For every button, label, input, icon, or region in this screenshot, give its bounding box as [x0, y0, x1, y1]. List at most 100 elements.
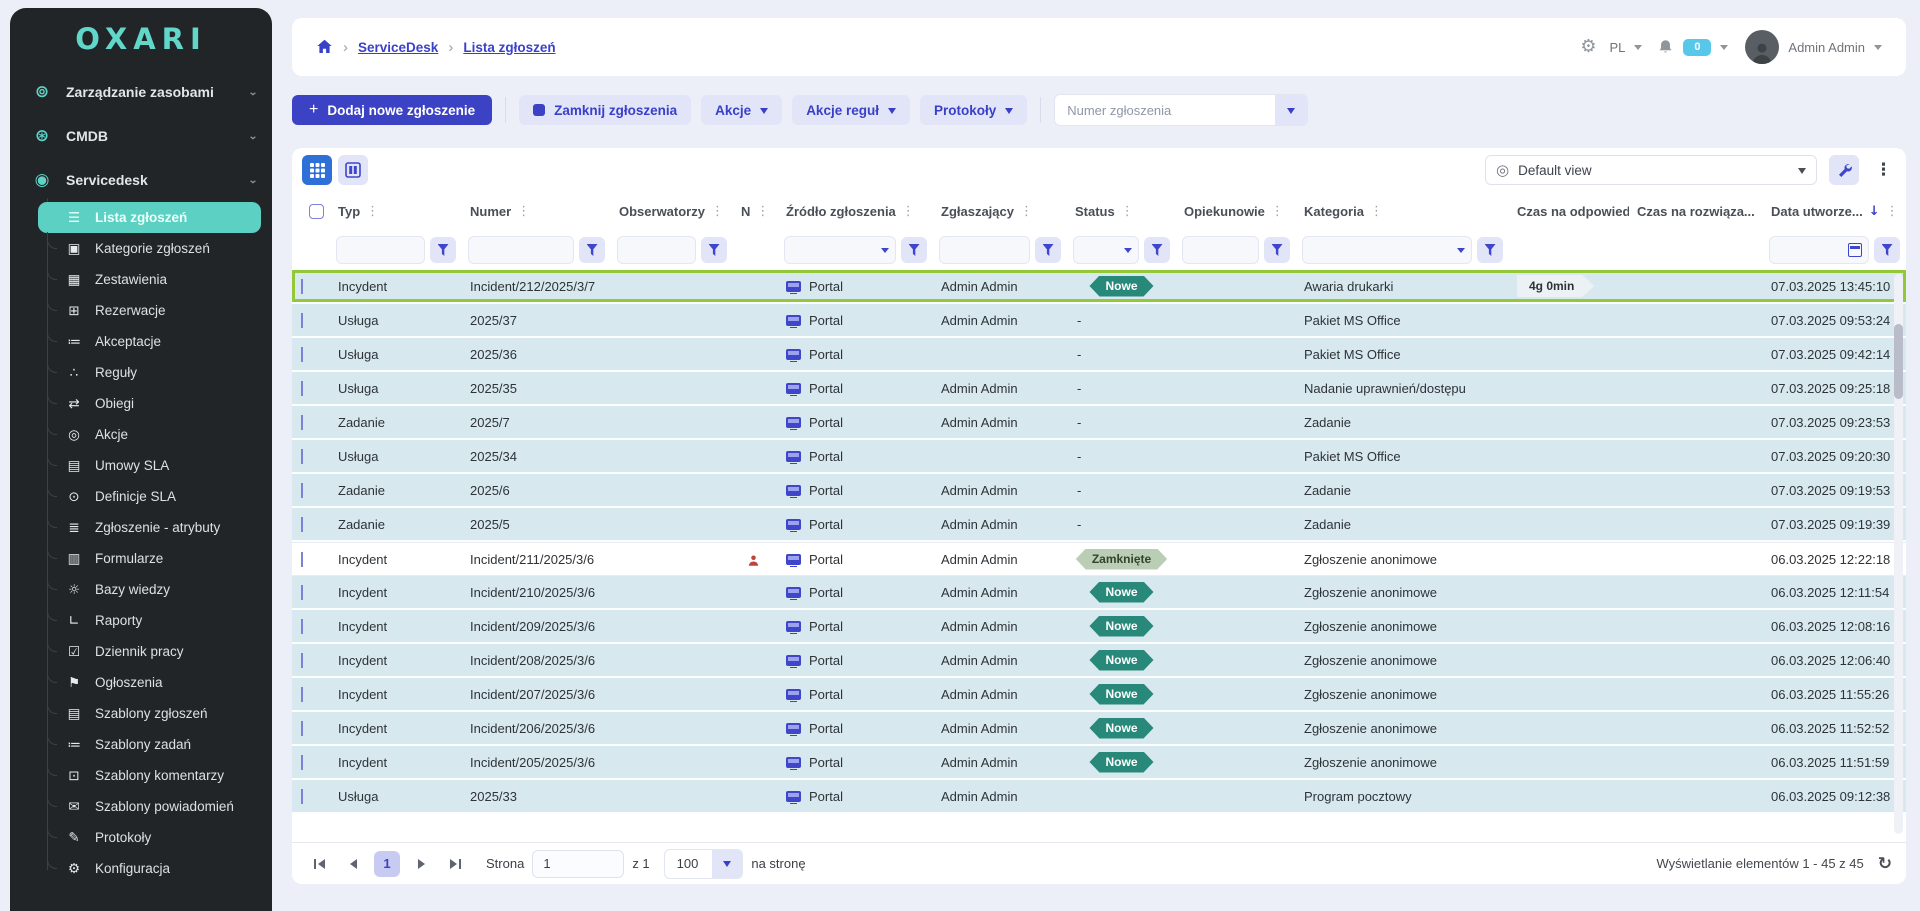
sidebar-item-kategorie-zg-osze[interactable]: ▣Kategorie zgłoszeń	[47, 233, 258, 264]
filter-funnel-button-zg-aszaj-cy[interactable]	[1035, 237, 1061, 263]
row-checkbox[interactable]	[301, 789, 303, 804]
filter-funnel-button-typ[interactable]	[430, 237, 456, 263]
filter-funnel-button-obserwatorzy[interactable]	[701, 237, 727, 263]
sidebar-item-umowy-sla[interactable]: ▤Umowy SLA	[47, 450, 258, 481]
ticket-row[interactable]: IncydentIncident/206/2025/3/6PortalAdmin…	[292, 712, 1906, 746]
sidebar-item-szablony-zada[interactable]: ≔Szablony zadań	[47, 729, 258, 760]
column-menu-kebab-icon[interactable]: ⋮	[1271, 204, 1284, 219]
home-icon[interactable]	[316, 39, 333, 55]
sidebar-item-bazy-wiedzy[interactable]: ☼Bazy wiedzy	[47, 574, 258, 605]
ticket-row[interactable]: Usługa2025/36Portal-Pakiet MS Office07.0…	[292, 338, 1906, 372]
sidebar-item-definicje-sla[interactable]: ⊙Definicje SLA	[47, 481, 258, 512]
sidebar-item-szablony-komentarzy[interactable]: ⊡Szablony komentarzy	[47, 760, 258, 791]
filter-input-r-d-o-zg-oszenia[interactable]	[784, 236, 896, 264]
column-menu-kebab-icon[interactable]: ⋮	[1020, 204, 1033, 219]
row-checkbox[interactable]	[301, 381, 303, 396]
user-avatar[interactable]	[1745, 30, 1779, 64]
sidebar-item-akceptacje[interactable]: ≔Akceptacje	[47, 326, 258, 357]
row-checkbox[interactable]	[301, 721, 303, 736]
ticket-row[interactable]: IncydentIncident/208/2025/3/6PortalAdmin…	[292, 644, 1906, 678]
column-header-czas-na-odpowied[interactable]: Czas na odpowiedź⋮	[1509, 204, 1629, 219]
column-menu-kebab-icon[interactable]: ⋮	[711, 204, 724, 219]
row-checkbox[interactable]	[301, 755, 303, 770]
row-checkbox[interactable]	[301, 483, 303, 498]
vertical-scrollbar-thumb[interactable]	[1894, 324, 1903, 399]
row-checkbox[interactable]	[301, 552, 303, 567]
sidebar-item-formularze[interactable]: ▥Formularze	[47, 543, 258, 574]
column-menu-kebab-icon[interactable]: ⋮	[366, 204, 379, 219]
actions-dropdown[interactable]: Akcje	[701, 95, 782, 125]
language-selector[interactable]: PL	[1610, 40, 1626, 55]
column-header-status[interactable]: Status⋮	[1067, 204, 1176, 219]
grid-view-toggle[interactable]	[302, 155, 332, 185]
kanban-view-toggle[interactable]	[338, 155, 368, 185]
current-page-button[interactable]: 1	[374, 851, 400, 877]
filter-input-kategoria[interactable]	[1302, 236, 1472, 264]
filter-funnel-button-r-d-o-zg-oszenia[interactable]	[901, 237, 927, 263]
column-header-czas-na-rozwi-za[interactable]: Czas na rozwiąza...⋮	[1629, 204, 1763, 219]
filter-input-opiekunowie[interactable]	[1182, 236, 1259, 264]
row-checkbox[interactable]	[301, 585, 303, 600]
close-tickets-button[interactable]: Zamknij zgłoszenia	[519, 95, 691, 125]
column-header-typ[interactable]: Typ⋮	[330, 204, 462, 219]
customize-wrench-button[interactable]	[1829, 155, 1859, 185]
sidebar-item-zestawienia[interactable]: ▦Zestawienia	[47, 264, 258, 295]
column-menu-kebab-icon[interactable]: ⋮	[902, 204, 915, 219]
ticket-row[interactable]: Zadanie2025/5PortalAdmin Admin-Zadanie07…	[292, 508, 1906, 542]
refresh-icon[interactable]: ↻	[1878, 854, 1892, 874]
table-menu-kebab[interactable]: ⋮	[1871, 160, 1896, 180]
filter-input-typ[interactable]	[336, 236, 425, 264]
sidebar-group-zarz-dzanie-zasobami[interactable]: ⊚Zarządzanie zasobami⌄	[10, 70, 272, 114]
row-checkbox[interactable]	[301, 415, 303, 430]
column-menu-kebab-icon[interactable]: ⋮	[1886, 204, 1899, 219]
sidebar-item-obiegi[interactable]: ⇄Obiegi	[47, 388, 258, 419]
sidebar-item-regu-y[interactable]: ∴Reguły	[47, 357, 258, 388]
select-all-checkbox[interactable]	[309, 204, 324, 219]
notifications-bell-icon[interactable]	[1657, 38, 1674, 56]
ticket-row[interactable]: Usługa2025/33PortalAdmin AdminProgram po…	[292, 780, 1906, 814]
column-header-numer[interactable]: Numer⋮	[462, 204, 611, 219]
ticket-row[interactable]: IncydentIncident/212/2025/3/7PortalAdmin…	[292, 270, 1906, 304]
column-header-data-utworze[interactable]: Data utworze...↓⋮	[1763, 204, 1906, 219]
sidebar-item-protoko-y[interactable]: ✎Protokoły	[47, 822, 258, 853]
row-checkbox[interactable]	[301, 517, 303, 532]
filter-input-zg-aszaj-cy[interactable]	[939, 236, 1030, 264]
next-page-button[interactable]	[408, 851, 434, 877]
filter-input-numer[interactable]	[468, 236, 574, 264]
ticket-row[interactable]: IncydentIncident/205/2025/3/6PortalAdmin…	[292, 746, 1906, 780]
ticket-row[interactable]: Usługa2025/34Portal-Pakiet MS Office07.0…	[292, 440, 1906, 474]
row-checkbox[interactable]	[301, 619, 303, 634]
column-header-r-d-o-zg-oszenia[interactable]: Źródło zgłoszenia⋮	[778, 204, 933, 219]
row-checkbox[interactable]	[301, 313, 303, 328]
sidebar-item-rezerwacje[interactable]: ⊞Rezerwacje	[47, 295, 258, 326]
ticket-row[interactable]: IncydentIncident/211/2025/3/6PortalAdmin…	[292, 542, 1906, 576]
column-menu-kebab-icon[interactable]: ⋮	[756, 204, 769, 219]
filter-input-obserwatorzy[interactable]	[617, 236, 696, 264]
column-header-kategoria[interactable]: Kategoria⋮	[1296, 204, 1509, 219]
ticket-number-combobox[interactable]: Numer zgłoszenia	[1054, 94, 1308, 126]
breadcrumb-servicedesk[interactable]: ServiceDesk	[358, 40, 438, 55]
sidebar-item-zg-oszenie-atrybuty[interactable]: ≣Zgłoszenie - atrybuty	[47, 512, 258, 543]
row-checkbox[interactable]	[301, 279, 303, 294]
ticket-row[interactable]: Usługa2025/37PortalAdmin Admin-Pakiet MS…	[292, 304, 1906, 338]
filter-funnel-button-numer[interactable]	[579, 237, 605, 263]
sidebar-item-akcje[interactable]: ◎Akcje	[47, 419, 258, 450]
view-select[interactable]: ◎ Default view	[1485, 155, 1817, 185]
sidebar-item-raporty[interactable]: ∟Raporty	[47, 605, 258, 636]
ticket-row[interactable]: IncydentIncident/207/2025/3/6PortalAdmin…	[292, 678, 1906, 712]
column-header-obserwatorzy[interactable]: Obserwatorzy⋮	[611, 204, 733, 219]
sidebar-item-szablony-powiadomie[interactable]: ✉Szablony powiadomień	[47, 791, 258, 822]
filter-input-status[interactable]	[1073, 236, 1139, 264]
column-header-zg-aszaj-cy[interactable]: Zgłaszający⋮	[933, 204, 1067, 219]
first-page-button[interactable]	[306, 851, 332, 877]
sidebar-item-konfiguracja[interactable]: ⚙Konfiguracja	[47, 853, 258, 884]
rule-actions-dropdown[interactable]: Akcje reguł	[792, 95, 910, 125]
row-checkbox[interactable]	[301, 687, 303, 702]
column-header-opiekunowie[interactable]: Opiekunowie⋮	[1176, 204, 1296, 219]
ticket-row[interactable]: Zadanie2025/6PortalAdmin Admin-Zadanie07…	[292, 474, 1906, 508]
add-ticket-button[interactable]: + Dodaj nowe zgłoszenie	[292, 95, 492, 125]
previous-page-button[interactable]	[340, 851, 366, 877]
ticket-row[interactable]: IncydentIncident/210/2025/3/6PortalAdmin…	[292, 576, 1906, 610]
column-header-n[interactable]: N⋮	[733, 204, 778, 219]
protocols-dropdown[interactable]: Protokoły	[920, 95, 1027, 125]
